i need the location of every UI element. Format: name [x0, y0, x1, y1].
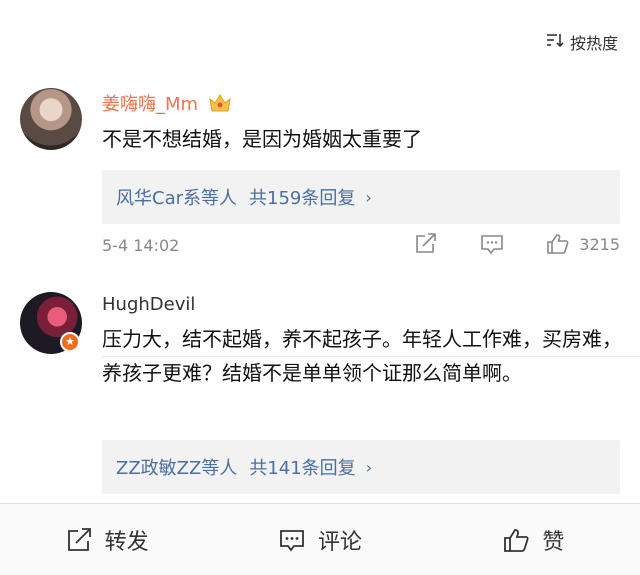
reply-count[interactable]: 共159条回复: [249, 184, 355, 210]
sort-label: 按热度: [569, 34, 618, 53]
footer-like-button[interactable]: 赞: [427, 504, 640, 575]
footer-repost-label: 转发: [104, 529, 149, 555]
reply-names[interactable]: ZZ政敏ZZ等人: [116, 454, 237, 480]
crown-icon: [208, 93, 232, 113]
footer-comment-button[interactable]: 评论: [213, 504, 426, 575]
footer-like-label: 赞: [542, 529, 565, 555]
repost-icon: [416, 233, 437, 253]
reply-count[interactable]: 共141条回复: [249, 454, 355, 480]
comment-icon: [280, 529, 304, 551]
avatar[interactable]: [20, 88, 82, 150]
sort-icon: [546, 32, 564, 52]
like-count: 3215: [579, 234, 620, 254]
timestamp: 5-4 14:02: [102, 236, 180, 255]
comment-button[interactable]: [479, 232, 505, 256]
reply-names[interactable]: 风华Car系等人: [116, 184, 237, 210]
comment-actions: 3215: [373, 232, 620, 256]
username[interactable]: 姜嗨嗨_Mm: [102, 94, 198, 115]
like-button[interactable]: 3215: [545, 232, 620, 256]
comment-author[interactable]: 姜嗨嗨_Mm: [102, 90, 232, 116]
chevron-right-icon: ›: [365, 457, 373, 477]
reply-summary[interactable]: ZZ政敏ZZ等人 共141条回复 ›: [102, 440, 620, 494]
chevron-right-icon: ›: [365, 187, 372, 207]
comment-text: 压力大，结不起婚，养不起孩子。年轻人工作难，买房难，养孩子更难？结婚不是单单领个…: [102, 327, 622, 385]
comment-text: 不是不想结婚，是因为婚姻太重要了: [102, 127, 422, 151]
thumbs-up-icon: [504, 528, 529, 552]
comment-icon: [481, 235, 504, 255]
repost-icon: [67, 527, 91, 551]
comment-author[interactable]: HughDevil: [102, 294, 195, 315]
thumbs-up-icon: [547, 234, 569, 254]
bottom-action-bar: 转发 评论 赞: [0, 503, 640, 575]
username[interactable]: HughDevil: [102, 294, 195, 315]
footer-repost-button[interactable]: 转发: [0, 504, 213, 575]
footer-comment-label: 评论: [317, 529, 362, 555]
repost-button[interactable]: [413, 232, 439, 256]
reply-summary[interactable]: 风华Car系等人 共159条回复 ›: [102, 170, 620, 224]
verified-badge-icon: ★: [60, 332, 80, 352]
sort-toggle[interactable]: 按热度: [546, 30, 618, 54]
